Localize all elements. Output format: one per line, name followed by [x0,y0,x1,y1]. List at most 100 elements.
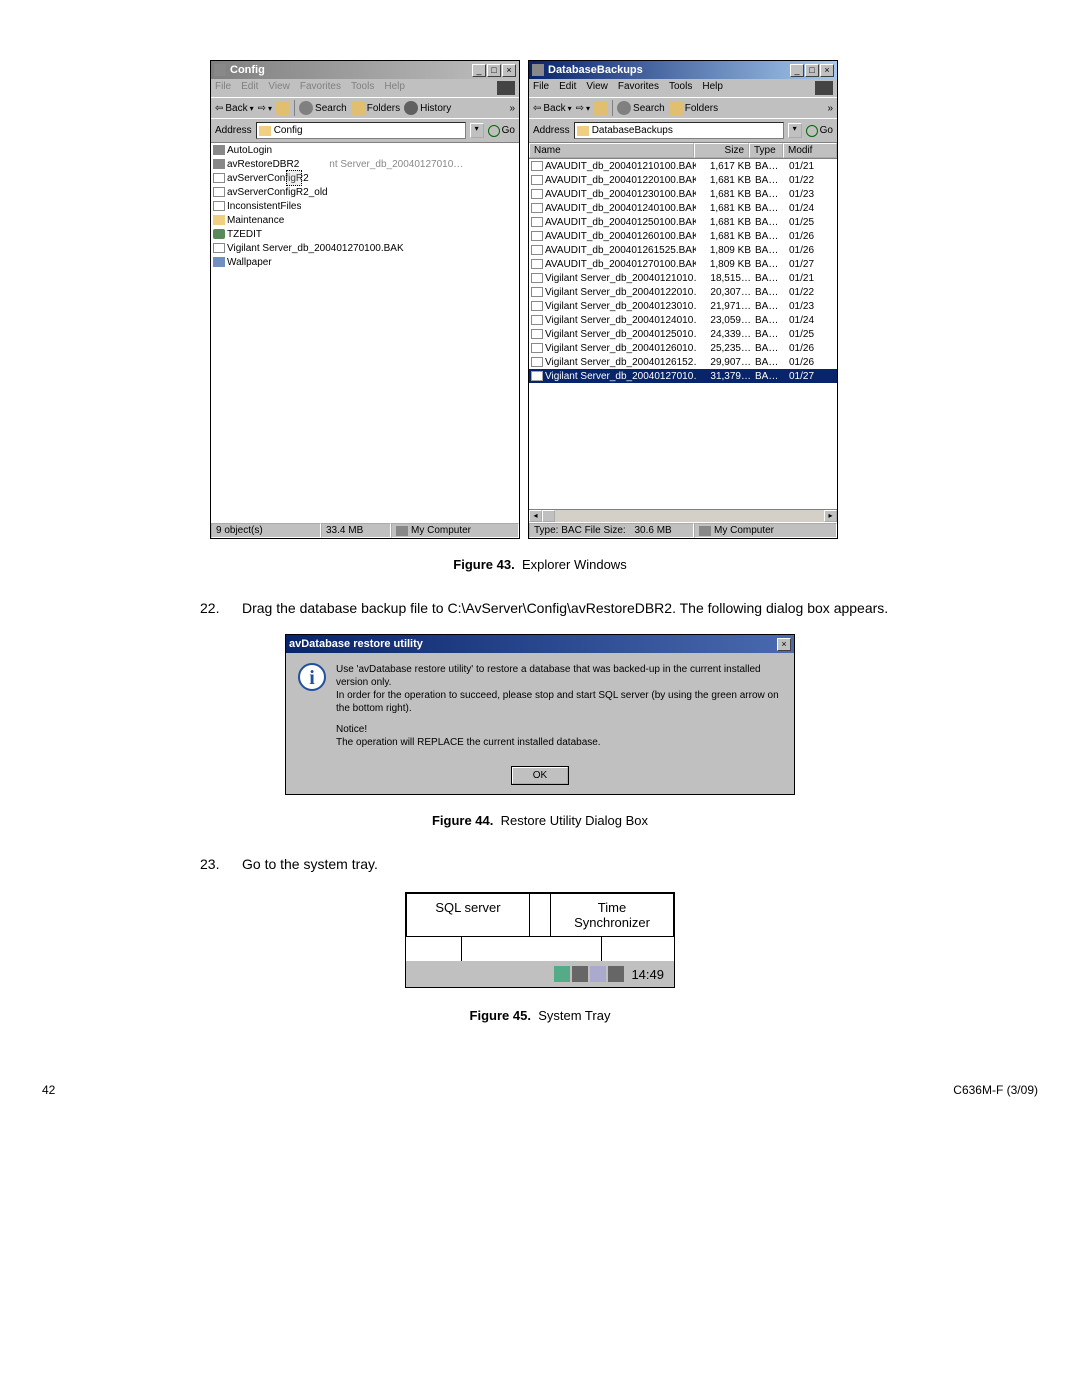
file-icon [531,329,543,339]
menu-file[interactable]: File [215,81,231,95]
folders-button[interactable]: Folders [669,101,718,115]
table-row[interactable]: Vigilant Server_db_20040123010…21,971…BA… [529,299,837,313]
address-input[interactable]: Config [256,122,466,139]
system-tray[interactable]: 14:49 [406,961,674,987]
table-row[interactable]: AVAUDIT_db_200401220100.BAK1,681 KBBA…01… [529,173,837,187]
tray-icon[interactable] [608,966,624,982]
menu-view[interactable]: View [268,81,290,95]
horizontal-scrollbar[interactable]: ◂ ▸ [529,509,837,522]
forward-button[interactable]: ⇨▾ [576,103,590,114]
scroll-right-button[interactable]: ▸ [824,510,837,522]
col-name[interactable]: Name [529,143,694,158]
up-icon[interactable] [594,101,608,115]
list-item[interactable]: avServerConfigR2 [211,171,519,185]
maximize-button[interactable]: □ [487,64,501,77]
cell-modified: 01/21 [785,273,814,284]
titlebar[interactable]: DatabaseBackups _ □ × [529,61,837,79]
status-size: 33.4 MB [321,523,391,538]
item-name: avRestoreDBR2 [227,159,299,170]
close-button[interactable]: × [777,638,791,651]
minimize-button[interactable]: _ [790,64,804,77]
table-row[interactable]: AVAUDIT_db_200401250100.BAK1,681 KBBA…01… [529,215,837,229]
maximize-button[interactable]: □ [805,64,819,77]
ok-button[interactable]: OK [512,767,568,784]
table-row[interactable]: Vigilant Server_db_20040121010…18,515…BA… [529,271,837,285]
address-dropdown[interactable]: ▾ [788,123,802,138]
folders-button[interactable]: Folders [351,101,400,115]
list-item[interactable]: AutoLogin [211,143,519,157]
scroll-left-button[interactable]: ◂ [529,510,542,522]
cell-name: AVAUDIT_db_200401240100.BAK [545,203,696,214]
list-item[interactable]: avServerConfigR2_old [211,185,519,199]
folder-icon [259,126,271,136]
history-button[interactable]: History [404,101,451,115]
cell-name: Vigilant Server_db_20040125010… [545,329,696,340]
table-row[interactable]: Vigilant Server_db_20040122010…20,307…BA… [529,285,837,299]
menu-edit[interactable]: Edit [241,81,258,95]
list-item[interactable]: TZEDIT [211,227,519,241]
close-button[interactable]: × [820,64,834,77]
menu-tools[interactable]: Tools [351,81,374,95]
col-size[interactable]: Size [694,143,749,158]
menu-view[interactable]: View [586,81,608,95]
menu-help[interactable]: Help [384,81,405,95]
list-item[interactable]: InconsistentFiles [211,199,519,213]
file-list[interactable]: AutoLoginavRestoreDBR2 nt Server_db_2004… [211,142,519,522]
cell-name: Vigilant Server_db_20040126152… [545,357,696,368]
folder-icon [213,215,225,225]
list-item[interactable]: avRestoreDBR2 nt Server_db_20040127010… [211,157,519,171]
menu-tools[interactable]: Tools [669,81,692,95]
table-row[interactable]: Vigilant Server_db_20040127010…31,379…BA… [529,369,837,383]
restore-utility-dialog: avDatabase restore utility × i Use 'avDa… [285,634,795,795]
up-icon[interactable] [276,101,290,115]
address-input[interactable]: DatabaseBackups [574,122,784,139]
close-button[interactable]: × [502,64,516,77]
back-button[interactable]: ⇦Back▾ [215,103,254,114]
clock[interactable]: 14:49 [625,967,670,982]
table-row[interactable]: Vigilant Server_db_20040125010…24,339…BA… [529,327,837,341]
chevron-icon[interactable]: » [827,103,833,114]
menu-edit[interactable]: Edit [559,81,576,95]
col-type[interactable]: Type [749,143,783,158]
forward-button[interactable]: ⇨▾ [258,103,272,114]
table-row[interactable]: Vigilant Server_db_20040126010…25,235…BA… [529,341,837,355]
tray-icon[interactable] [590,966,606,982]
search-button[interactable]: Search [299,101,347,115]
go-button[interactable]: Go [806,125,833,137]
table-row[interactable]: Vigilant Server_db_20040124010…23,059…BA… [529,313,837,327]
menu-favorites[interactable]: Favorites [618,81,659,95]
table-row[interactable]: Vigilant Server_db_20040126152…29,907…BA… [529,355,837,369]
table-row[interactable]: AVAUDIT_db_200401261525.BAK1,809 KBBA…01… [529,243,837,257]
list-item[interactable]: Vigilant Server_db_200401270100.BAK [211,241,519,255]
list-item[interactable]: Maintenance [211,213,519,227]
list-item[interactable]: Wallpaper [211,255,519,269]
search-button[interactable]: Search [617,101,665,115]
go-button[interactable]: Go [488,125,515,137]
dialog-titlebar[interactable]: avDatabase restore utility × [286,635,794,653]
file-icon [213,173,225,183]
chevron-icon[interactable]: » [509,103,515,114]
address-dropdown[interactable]: ▾ [470,123,484,138]
table-row[interactable]: AVAUDIT_db_200401270100.BAK1,809 KBBA…01… [529,257,837,271]
menu-help[interactable]: Help [702,81,723,95]
minimize-button[interactable]: _ [472,64,486,77]
menu-favorites[interactable]: Favorites [300,81,341,95]
table-row[interactable]: AVAUDIT_db_200401230100.BAK1,681 KBBA…01… [529,187,837,201]
cell-size: 23,059… [696,315,751,326]
scroll-thumb[interactable] [542,510,555,522]
col-modified[interactable]: Modif [783,143,837,158]
table-row[interactable]: AVAUDIT_db_200401260100.BAK1,681 KBBA…01… [529,229,837,243]
back-button[interactable]: ⇦Back▾ [533,103,572,114]
cell-type: BA… [751,371,785,382]
table-row[interactable]: AVAUDIT_db_200401240100.BAK1,681 KBBA…01… [529,201,837,215]
figure-45-caption: Figure 45. System Tray [40,1008,1040,1023]
table-row[interactable]: AVAUDIT_db_200401210100.BAK1,617 KBBA…01… [529,159,837,173]
time-sync-label: Time Synchronizer [550,893,674,937]
tray-icon[interactable] [572,966,588,982]
cell-type: BA… [751,273,785,284]
menu-file[interactable]: File [533,81,549,95]
tray-icon[interactable] [554,966,570,982]
column-headers[interactable]: Name Size Type Modif [529,143,837,159]
titlebar[interactable]: Config _ □ × [211,61,519,79]
file-list[interactable]: Name Size Type Modif AVAUDIT_db_20040121… [529,142,837,509]
